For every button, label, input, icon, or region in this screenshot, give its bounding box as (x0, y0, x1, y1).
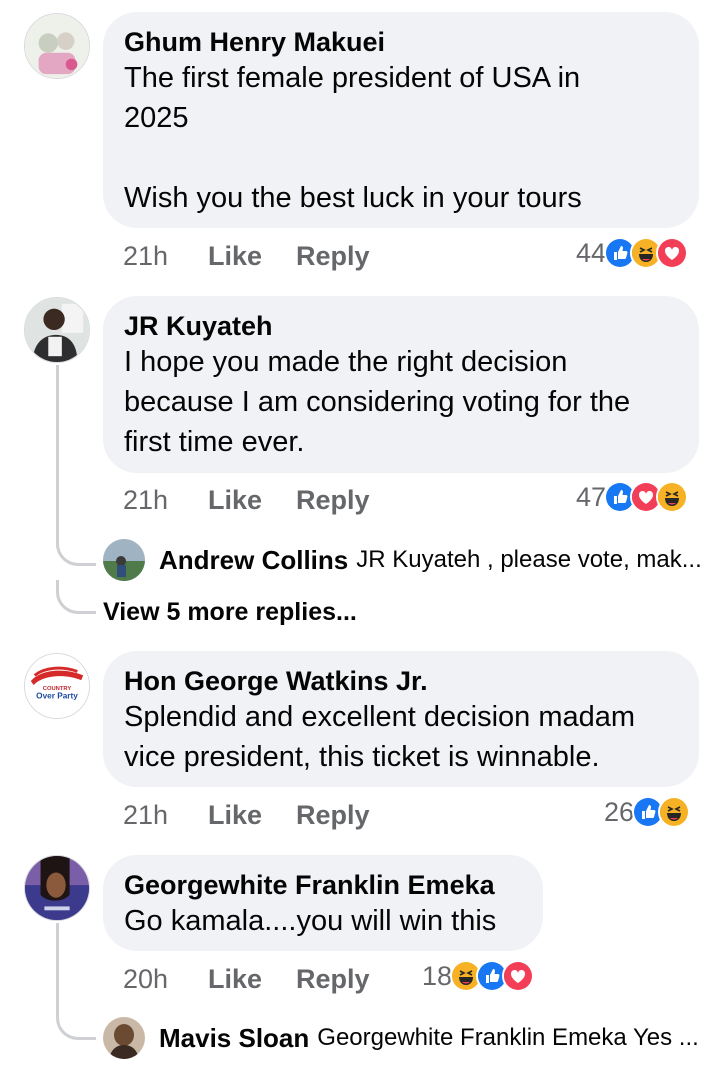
reaction-count: 26 (604, 796, 635, 827)
reaction-count: 47 (576, 481, 607, 512)
comment-actions: 21h Like Reply (123, 238, 370, 274)
comment-author[interactable]: Georgewhite Franklin Emeka (124, 869, 521, 901)
comment-text: Go kamala....you will win this (124, 905, 497, 937)
reply-button[interactable]: Reply (296, 964, 370, 995)
comment-author[interactable]: Hon George Watkins Jr. (124, 665, 677, 697)
avatar-logo-text: Over Party (36, 692, 78, 701)
comment-actions: 20h Like Reply (123, 961, 370, 997)
avatar[interactable] (24, 855, 90, 921)
comment-text: Splendid and excellent decision madam vi… (124, 701, 636, 773)
haha-icon (656, 481, 689, 513)
thread-connector (56, 1010, 96, 1040)
timestamp[interactable]: 20h (123, 964, 208, 995)
reply-button[interactable]: Reply (296, 485, 370, 516)
reaction-summary[interactable]: 44 (576, 235, 689, 271)
like-button[interactable]: Like (208, 485, 296, 516)
reply-text: JR Kuyateh , please vote, mak... (356, 546, 702, 573)
comment-bubble: Ghum Henry Makuei The first female presi… (103, 12, 699, 228)
view-more-replies-link[interactable]: View 5 more replies... (103, 598, 357, 627)
comment-actions: 21h Like Reply (123, 797, 370, 833)
reaction-summary[interactable]: 47 (576, 479, 689, 515)
avatar[interactable] (24, 297, 90, 363)
timestamp[interactable]: 21h (123, 800, 208, 831)
timestamp[interactable]: 21h (123, 241, 208, 272)
reply-author[interactable]: Mavis Sloan (159, 1023, 309, 1054)
thread-line (56, 923, 59, 1013)
comment-bubble: JR Kuyateh I hope you made the right dec… (103, 296, 699, 473)
reaction-count: 18 (422, 960, 453, 991)
avatar[interactable] (103, 1017, 145, 1059)
haha-icon (658, 796, 691, 828)
thread-connector (56, 580, 96, 614)
avatar[interactable]: COUNTRY Over Party (24, 653, 90, 719)
reply-author[interactable]: Andrew Collins (159, 545, 348, 576)
reply-preview[interactable]: Mavis Sloan Georgewhite Franklin Emeka Y… (103, 1016, 699, 1060)
reply-preview[interactable]: Andrew Collins JR Kuyateh , please vote,… (103, 538, 702, 582)
love-icon (656, 237, 689, 269)
comment-author[interactable]: Ghum Henry Makuei (124, 26, 677, 58)
reaction-summary[interactable]: 26 (604, 794, 691, 830)
comment-text: I hope you made the right decision becau… (124, 346, 631, 458)
timestamp[interactable]: 21h (123, 485, 208, 516)
avatar[interactable] (24, 13, 90, 79)
reply-button[interactable]: Reply (296, 241, 370, 272)
love-icon (502, 960, 535, 992)
comment-author[interactable]: JR Kuyateh (124, 310, 677, 342)
comment-bubble: Georgewhite Franklin Emeka Go kamala....… (103, 855, 543, 951)
like-button[interactable]: Like (208, 964, 296, 995)
comment-text: The first female president of USA in 202… (124, 62, 582, 214)
like-button[interactable]: Like (208, 800, 296, 831)
thread-connector (56, 540, 96, 566)
like-button[interactable]: Like (208, 241, 296, 272)
reply-button[interactable]: Reply (296, 800, 370, 831)
comment-actions: 21h Like Reply (123, 482, 370, 518)
comment-bubble: Hon George Watkins Jr. Splendid and exce… (103, 651, 699, 787)
reaction-count: 44 (576, 237, 607, 268)
reaction-summary[interactable]: 18 (422, 958, 535, 994)
comment-thread: Ghum Henry Makuei The first female presi… (0, 0, 720, 1068)
avatar[interactable] (103, 539, 145, 581)
thread-line (56, 365, 59, 547)
reply-text: Georgewhite Franklin Emeka Yes ... (317, 1024, 699, 1051)
